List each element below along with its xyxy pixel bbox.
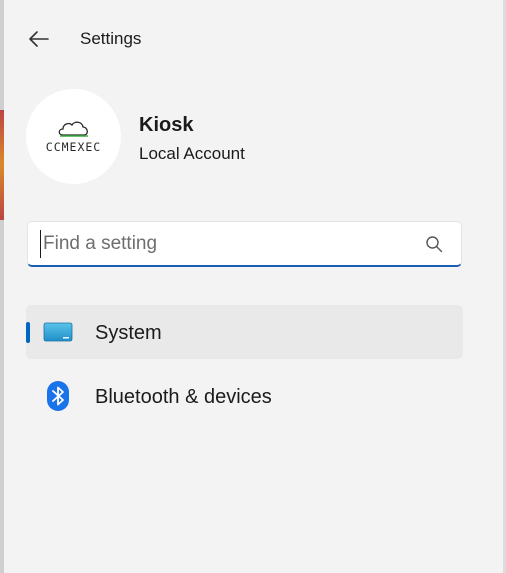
account-type: Local Account: [139, 144, 245, 163]
logo-text: CCMEXEC: [45, 139, 102, 154]
window-edge: [0, 0, 4, 573]
monitor-icon: [43, 318, 73, 346]
bluetooth-icon: [43, 381, 73, 411]
search-box[interactable]: [27, 221, 462, 267]
search-icon[interactable]: [425, 235, 443, 253]
nav-item-bluetooth[interactable]: Bluetooth & devices: [26, 369, 463, 423]
settings-window: Settings CCMEXEC Kiosk Local Account Fin…: [0, 0, 506, 573]
back-button[interactable]: [24, 24, 54, 54]
avatar[interactable]: CCMEXEC: [26, 89, 121, 184]
cloud-icon: [58, 121, 88, 137]
nav-item-system[interactable]: System: [26, 305, 463, 359]
background-streak: [0, 110, 4, 220]
arrow-left-icon: [29, 31, 49, 47]
page-title: Settings: [80, 29, 142, 48]
nav-label: Bluetooth & devices: [95, 386, 272, 408]
user-name: Kiosk: [139, 114, 194, 136]
nav-label: System: [95, 322, 162, 344]
search-input[interactable]: [40, 230, 403, 258]
selection-indicator: [26, 322, 30, 343]
